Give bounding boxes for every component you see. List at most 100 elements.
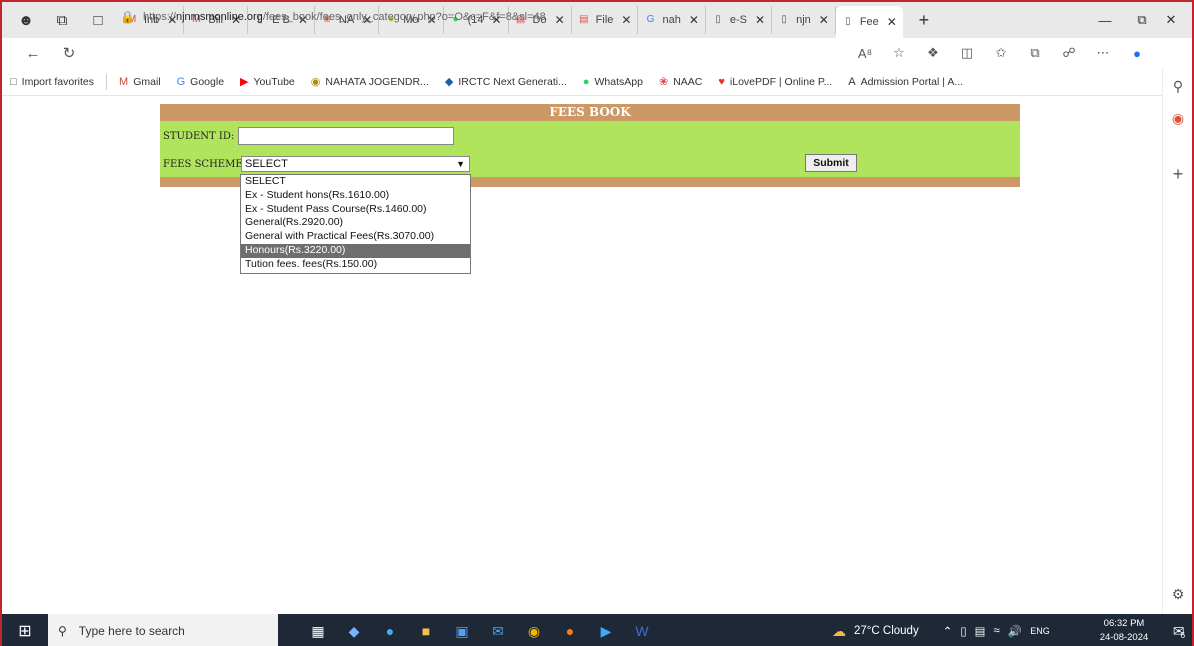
taskbar-search[interactable]: ⚲ Type here to search: [48, 614, 278, 646]
student-id-label: STUDENT ID:: [163, 131, 235, 142]
student-id-input[interactable]: [238, 127, 454, 145]
gmail-icon: M: [119, 75, 129, 88]
favorites-bar: □ Import favorites M Gmail G Google ▶ YouTube ◉ N…: [2, 68, 1162, 96]
ilovepdf-icon: ♥: [718, 75, 725, 88]
settings-gear-icon[interactable]: ⚙: [1163, 586, 1192, 603]
favorite-item[interactable]: ● WhatsApp: [575, 76, 651, 88]
firefox-app-icon[interactable]: ●: [552, 614, 588, 646]
address-bar[interactable]: 🔒 https://njnmsmonline.org/fees_book/fee…: [120, 6, 880, 28]
favorite-label: Gmail: [133, 75, 161, 88]
angular-icon: A: [848, 75, 856, 88]
fees-scheme-dropdown-list: SELECT Ex - Student hons(Rs.1610.00) Ex - …: [240, 174, 471, 274]
clock[interactable]: 06:32 PM 24-08-2024: [1098, 617, 1150, 645]
store-icon[interactable]: ▣: [444, 614, 480, 646]
dropdown-option[interactable]: General(Rs.2920.00): [241, 216, 470, 230]
favorite-star-icon[interactable]: ☆: [882, 45, 916, 61]
dropdown-option[interactable]: SELECT: [241, 175, 470, 189]
side-panel: ⚲ ◉ + ⚙: [1162, 68, 1192, 614]
dropdown-option[interactable]: Ex - Student hons(Rs.1610.00): [241, 189, 470, 203]
mail-app-icon[interactable]: ✉: [480, 614, 516, 646]
chevron-down-icon: ▼: [456, 159, 465, 169]
task-view-icon[interactable]: ▦: [300, 614, 336, 646]
language-indicator[interactable]: ENG: [1030, 626, 1050, 636]
tray-chevron-icon[interactable]: ⌃: [943, 624, 953, 638]
system-tray: ☁ 27°C Cloudy ⌃ ▯ ▤ ≈ 🔊 ENG: [832, 614, 1050, 646]
office-icon[interactable]: ◉: [1163, 110, 1192, 127]
profile-icon[interactable]: ☻: [8, 5, 44, 35]
irctc-icon: ◆: [444, 76, 454, 88]
volume-icon[interactable]: 🔊: [1008, 624, 1022, 638]
edge-app-icon[interactable]: ●: [372, 614, 408, 646]
youtube-icon: ▶: [240, 76, 249, 88]
address-actions: A⁸ ☆ ❖ ◫ ✩ ⧉ ☍ ⋯ ●: [848, 38, 1154, 68]
import-icon: □: [10, 75, 17, 88]
performance-icon[interactable]: ☍: [1052, 45, 1086, 61]
weather-text[interactable]: 27°C Cloudy: [854, 625, 919, 637]
whatsapp-icon: ●: [582, 75, 590, 88]
close-window-button[interactable]: ✕: [1148, 2, 1192, 38]
dropdown-option[interactable]: Tution fees. fees(Rs.150.00): [241, 258, 470, 272]
split-screen-icon[interactable]: ◫: [950, 45, 984, 61]
notifications-icon[interactable]: ✉ 6: [1162, 614, 1192, 646]
google-icon: G: [176, 75, 186, 88]
more-menu-icon[interactable]: ⋯: [1086, 45, 1120, 61]
lock-icon: 🔒: [120, 10, 135, 24]
refresh-icon[interactable]: ↻: [54, 40, 84, 66]
browser-window: ☻ ⧉ □ M Inb ✕ M Bill ✕ ▯ E B ✕ ❀ NA ✕ ● Mo ✕ ● (14 ✕ ▤ Do ✕ ▤…: [0, 0, 1194, 646]
search-icon: ⚲: [58, 624, 67, 638]
favorite-item[interactable]: ◆ IRCTC Next Generati...: [437, 75, 575, 89]
favorite-label: NAHATA JOGENDR...: [325, 75, 429, 88]
dropdown-option[interactable]: Honours(Rs.3220.00): [241, 243, 470, 258]
collections-icon[interactable]: ⧉: [1018, 45, 1052, 61]
favorite-label: Admission Portal | A...: [860, 75, 964, 88]
favorite-label: iLovePDF | Online P...: [729, 75, 833, 88]
back-icon[interactable]: ←: [18, 40, 48, 66]
clock-time: 06:32 PM: [1103, 618, 1145, 629]
favorite-label: NAAC: [673, 75, 703, 88]
copilot-icon[interactable]: ●: [1120, 46, 1154, 61]
media-app-icon[interactable]: ▶: [588, 614, 624, 646]
favorite-item[interactable]: ❀ NAAC: [651, 75, 710, 89]
fees-scheme-select[interactable]: SELECT ▼: [241, 156, 470, 172]
url-domain: njnmsmonline.org: [175, 11, 263, 23]
favorites-icon[interactable]: ✩: [984, 45, 1018, 61]
site-icon: ◉: [310, 76, 321, 88]
dropdown-option[interactable]: General with Practical Fees(Rs.3070.00): [241, 230, 470, 244]
form-title: FEES BOOK: [160, 104, 1020, 121]
wifi-icon[interactable]: ≈: [994, 625, 1000, 637]
favorite-item[interactable]: A Admission Portal | A...: [840, 76, 971, 88]
favorite-label: Google: [190, 75, 225, 88]
favorites-divider: [106, 73, 108, 90]
network-icon[interactable]: ▤: [975, 624, 986, 638]
workspaces-icon[interactable]: ⧉: [44, 5, 80, 35]
read-aloud-icon[interactable]: A⁸: [848, 46, 882, 61]
notification-count: 6: [1180, 630, 1186, 640]
copilot-app-icon[interactable]: ◆: [336, 614, 372, 646]
search-icon[interactable]: ⚲: [1163, 78, 1192, 95]
favorite-item[interactable]: ◉ NAHATA JOGENDR...: [303, 75, 437, 89]
weather-icon: ☁: [832, 622, 846, 639]
close-tab-icon[interactable]: ✕: [887, 15, 897, 29]
favorite-item[interactable]: ♥ iLovePDF | Online P...: [710, 76, 840, 88]
clock-date: 24-08-2024: [1099, 632, 1149, 643]
favorite-label: YouTube: [253, 75, 295, 88]
favorite-item[interactable]: M Gmail: [111, 76, 169, 88]
extensions-icon[interactable]: ❖: [916, 45, 950, 61]
submit-button[interactable]: Submit: [805, 154, 857, 172]
taskbar-search-placeholder: Type here to search: [78, 624, 185, 638]
favorite-item[interactable]: G Google: [169, 76, 232, 88]
battery-icon[interactable]: ▯: [960, 624, 966, 638]
word-app-icon[interactable]: W: [624, 614, 660, 646]
new-tab-button[interactable]: +: [909, 10, 939, 31]
windows-start-icon[interactable]: ⊞: [2, 614, 48, 646]
favorite-item[interactable]: ▶ YouTube: [232, 75, 303, 89]
file-explorer-icon[interactable]: ■: [408, 614, 444, 646]
add-tool-icon[interactable]: +: [1163, 164, 1192, 185]
chrome-app-icon[interactable]: ◉: [516, 614, 552, 646]
favorite-item[interactable]: □ Import favorites: [2, 76, 102, 88]
page-content: FEES BOOK STUDENT ID: FEES SCHEME SELECT…: [2, 97, 1162, 614]
dropdown-option[interactable]: Ex - Student Pass Course(Rs.1460.00): [241, 203, 470, 217]
url-prefix: https://: [142, 11, 176, 23]
naac-icon: ❀: [658, 76, 669, 88]
tab-actions-icon[interactable]: □: [80, 5, 116, 35]
